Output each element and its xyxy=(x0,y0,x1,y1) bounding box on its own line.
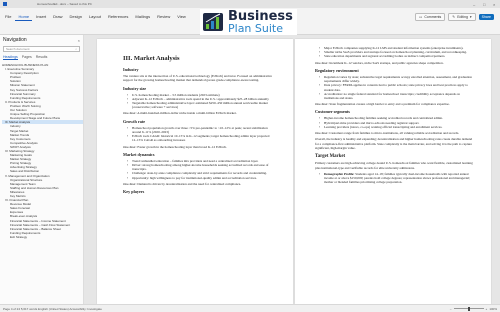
industry-size-list: U.S. homeschooling market – 3.5 million … xyxy=(123,93,275,110)
target-market-heading: Target Market xyxy=(315,154,346,160)
status-bar: Page 4 of 24 5,617 words English (United… xyxy=(0,304,500,312)
list-item: Learning providers (tutors, co-ops) want… xyxy=(319,125,473,129)
players-list: Major EdTech companies supplying K-12 LM… xyxy=(315,46,473,59)
ribbon-tab[interactable]: Insert xyxy=(33,13,49,21)
comment-icon: ▭ xyxy=(419,15,423,19)
nav-heading-item[interactable]: Exit Strategy xyxy=(2,235,83,239)
navigation-search-input[interactable]: Search document ⌕ xyxy=(3,46,80,52)
list-item: Opportunity: high willingness to pay for… xyxy=(127,176,275,180)
navigation-header: Navigation × xyxy=(0,35,83,45)
business-plan-suite-logo: Business Plan Suite xyxy=(200,9,297,35)
minimize-icon[interactable]: – xyxy=(473,2,477,6)
list-item: Driver: strong homeschooling among highe… xyxy=(127,163,275,171)
heading-list: HOMESCHOOL BUSINESS PLAN I. Executive Sum… xyxy=(0,62,83,239)
navigation-tab[interactable]: Headings xyxy=(3,55,18,60)
players-heading: Key players xyxy=(123,189,145,195)
editing-mode-button[interactable]: ✎ Editing ▾ xyxy=(448,13,476,21)
close-icon[interactable]: × xyxy=(493,2,497,6)
dynamics-heading: Market dynamics xyxy=(123,151,155,157)
growth-heading: Growth rate xyxy=(123,118,146,124)
list-item: State education departments and regional… xyxy=(319,54,473,58)
zoom-out-icon[interactable]: – xyxy=(450,307,452,311)
overall-paragraph: Overall, the industry is healthy and exp… xyxy=(315,137,473,150)
share-button[interactable]: Share xyxy=(478,14,494,20)
close-icon[interactable]: × xyxy=(78,38,80,43)
regulatory-list: Regulation varies by state; substantive … xyxy=(315,75,473,100)
navigation-pane: Navigation × Search document ⌕ Headings P… xyxy=(0,35,84,304)
growth-list: Homeschool population growth over three … xyxy=(123,126,275,143)
industry-heading: Industry xyxy=(123,67,139,72)
chevron-down-icon: ▾ xyxy=(469,15,472,19)
dynamics-list: Trend: unbundled education – families mi… xyxy=(123,159,275,180)
list-item: Accreditation: no single federal standar… xyxy=(319,92,473,100)
customer-segments-list: Higher-income homeschooling families see… xyxy=(315,116,473,129)
search-placeholder: Search document xyxy=(6,47,30,51)
ribbon-tab[interactable]: Home xyxy=(15,13,33,21)
navigation-tab[interactable]: Results xyxy=(36,55,48,60)
pencil-icon: ✎ xyxy=(452,15,456,19)
industry-oneliner: One-liner: A multi-hundred-million-dolla… xyxy=(123,111,237,116)
ribbon-tab[interactable]: Design xyxy=(66,13,84,21)
ribbon-tabs: File Home Insert Draw Design Layout References… xyxy=(2,13,189,21)
ribbon-tab[interactable]: File xyxy=(2,13,14,21)
zoom-slider[interactable] xyxy=(453,306,484,311)
ribbon-tab[interactable]: Review xyxy=(154,13,173,21)
list-item: EdTech tools CAGR: historical 10–15% in … xyxy=(127,134,275,142)
growth-oneliner: One-liner: Faster growth in the homescho… xyxy=(123,144,227,149)
ribbon-tab[interactable]: References xyxy=(105,13,131,21)
list-item: Data privacy: FERPA applies in contexts … xyxy=(319,83,473,91)
zoom-in-icon[interactable]: + xyxy=(486,307,488,311)
navigation-title: Navigation xyxy=(3,37,27,43)
ribbon-tab[interactable]: View xyxy=(174,13,189,21)
logo-icon xyxy=(203,13,223,31)
ribbon-tab[interactable]: Draw xyxy=(50,13,65,21)
regulatory-heading: Regulatory environment xyxy=(315,67,359,73)
ribbon-tab[interactable]: Mailings xyxy=(132,13,153,21)
maximize-icon[interactable]: □ xyxy=(483,2,487,6)
document-title: HomeschoolEd...docx – Saved to this PC xyxy=(37,2,92,6)
navigation-tab[interactable]: Pages xyxy=(22,55,32,60)
title-bar: HomeschoolEd...docx – Saved to this PC –… xyxy=(0,0,500,8)
page-right[interactable]: Major EdTech companies supplying K-12 LM… xyxy=(295,39,491,304)
customer-oneliner: One-liner: Customers range from families… xyxy=(315,131,460,136)
list-item: Homeschool population growth over three … xyxy=(127,126,275,134)
document-canvas[interactable]: III. Market Analysis Industry The ventur… xyxy=(84,35,500,304)
players-oneliner: One-liner: Incumbent K–12 vendors, niche… xyxy=(315,60,444,65)
target-market-paragraph: Primary customers are high-achieving col… xyxy=(315,161,473,170)
app-icon xyxy=(3,2,7,6)
regulatory-oneliner: One-liner: State fragmentation creates a… xyxy=(315,102,450,107)
navigation-tabs: Headings Pages Results xyxy=(0,53,83,62)
ribbon-tab[interactable]: Layout xyxy=(86,13,104,21)
list-item: Demographic Profile: Students aged 14–18… xyxy=(319,172,473,185)
status-text: Page 4 of 24 5,617 words English (United… xyxy=(3,306,102,311)
list-item: Targetable homeschooling administrative … xyxy=(127,101,275,109)
dynamics-oneliner: One-liner: Demand is driven by decentral… xyxy=(123,181,242,186)
industry-paragraph: The venture sits at the intersection of … xyxy=(123,74,273,83)
zoom-level[interactable]: 100% xyxy=(489,307,497,311)
comments-button[interactable]: ▭ Comments xyxy=(415,13,446,21)
industry-size-heading: Industry size xyxy=(123,85,147,91)
zoom-slider-thumb[interactable] xyxy=(467,306,470,311)
word-window: HomeschoolEd...docx – Saved to this PC –… xyxy=(0,0,500,312)
section-heading: III. Market Analysis xyxy=(123,55,180,62)
customer-segments-heading: Customer segments xyxy=(315,109,350,115)
page-left[interactable]: III. Market Analysis Industry The ventur… xyxy=(97,39,293,304)
logo-line-2: Plan Suite xyxy=(228,22,283,35)
search-icon: ⌕ xyxy=(75,47,77,51)
list-item: Regulation varies by state; substantive … xyxy=(319,75,473,83)
zoom-control: – + 100% xyxy=(450,306,497,311)
window-controls: – □ × xyxy=(473,2,497,6)
ribbon-actions: ▭ Comments ✎ Editing ▾ Share xyxy=(415,13,494,21)
demographic-list: Demographic Profile: Students aged 14–18… xyxy=(315,172,473,185)
